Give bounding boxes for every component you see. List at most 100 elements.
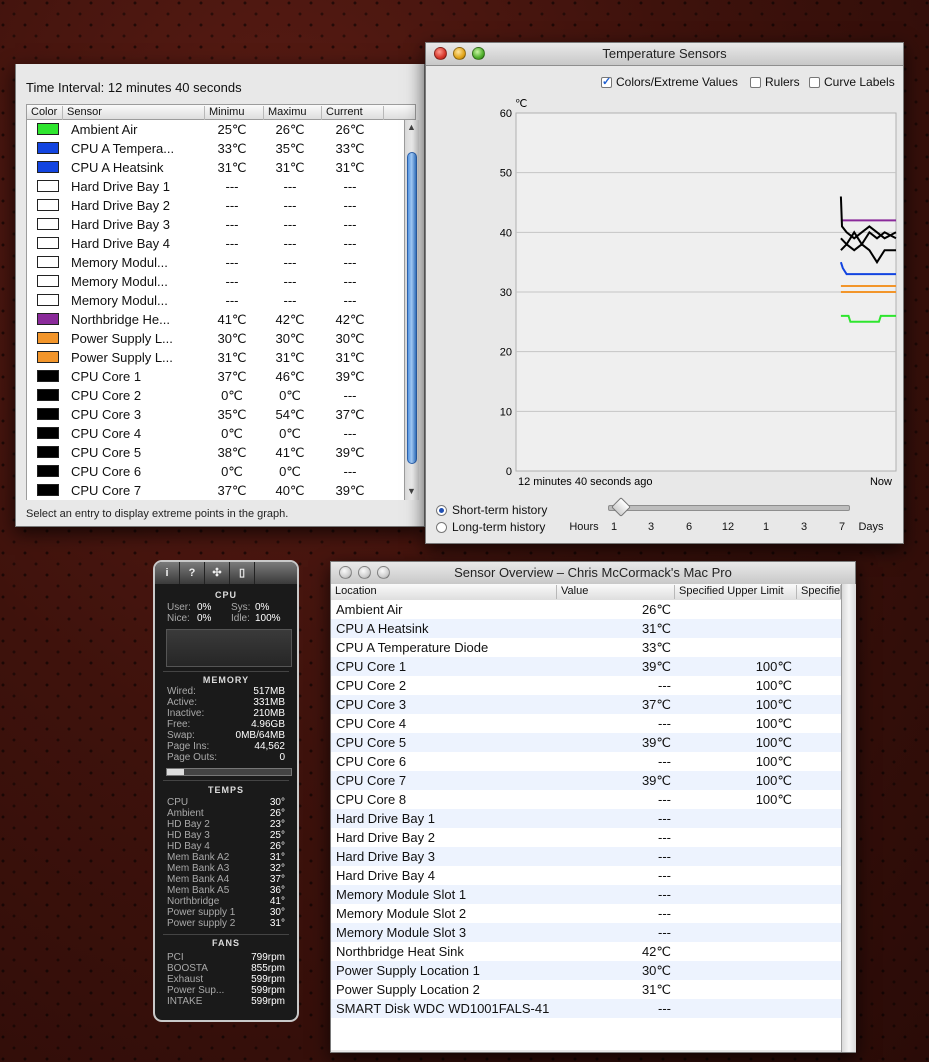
sensor-color-swatch[interactable] bbox=[37, 446, 59, 458]
overview-upper-limit: 100℃ bbox=[755, 716, 792, 731]
sensor-row[interactable]: CPU A Tempera... 33℃ 35℃ 33℃ bbox=[27, 139, 405, 158]
overview-row[interactable]: Ambient Air 26℃ bbox=[331, 600, 841, 619]
sensor-color-swatch[interactable] bbox=[37, 484, 59, 496]
overview-row[interactable]: CPU Core 5 39℃ 100℃ bbox=[331, 733, 841, 752]
overview-row[interactable]: CPU A Heatsink 31℃ bbox=[331, 619, 841, 638]
overview-row[interactable]: Northbridge Heat Sink 42℃ bbox=[331, 942, 841, 961]
overview-table[interactable]: Ambient Air 26℃ CPU A Heatsink 31℃ CPU A Tem… bbox=[331, 600, 841, 1050]
sensor-color-swatch[interactable] bbox=[37, 389, 59, 401]
info-icon[interactable]: i bbox=[155, 562, 180, 584]
sensor-color-swatch[interactable] bbox=[37, 199, 59, 211]
sensor-row[interactable]: Hard Drive Bay 4 --- --- --- bbox=[27, 234, 405, 253]
sensor-row[interactable]: CPU A Heatsink 31℃ 31℃ 31℃ bbox=[27, 158, 405, 177]
sensor-row[interactable]: CPU Core 3 35℃ 54℃ 37℃ bbox=[27, 405, 405, 424]
col-max[interactable]: Maximu bbox=[264, 106, 322, 120]
temp-label: Mem Bank A4 bbox=[167, 874, 230, 885]
sensor-row[interactable]: CPU Core 5 38℃ 41℃ 39℃ bbox=[27, 443, 405, 462]
overview-row[interactable]: Memory Module Slot 2 --- bbox=[331, 904, 841, 923]
overview-row[interactable]: CPU Core 8 --- 100℃ bbox=[331, 790, 841, 809]
overview-row[interactable]: Memory Module Slot 1 --- bbox=[331, 885, 841, 904]
sensor-row[interactable]: CPU Core 7 37℃ 40℃ 39℃ bbox=[27, 481, 405, 500]
sensor-row[interactable]: Memory Modul... --- --- --- bbox=[27, 272, 405, 291]
sensor-row[interactable]: Northbridge He... 41℃ 42℃ 42℃ bbox=[27, 310, 405, 329]
overview-row[interactable]: CPU Core 1 39℃ 100℃ bbox=[331, 657, 841, 676]
activity-icon[interactable]: ✣ bbox=[205, 562, 230, 584]
sensor-row[interactable]: Hard Drive Bay 2 --- --- --- bbox=[27, 196, 405, 215]
sensor-color-swatch[interactable] bbox=[37, 294, 59, 306]
temp-label: CPU bbox=[167, 797, 189, 808]
long-term-history-radio[interactable]: Long-term history bbox=[436, 520, 545, 534]
sensor-max: 0℃ bbox=[279, 464, 301, 479]
overview-location: Ambient Air bbox=[336, 602, 403, 617]
overview-row[interactable]: Power Supply Location 2 31℃ bbox=[331, 980, 841, 999]
sensor-row[interactable]: Ambient Air 25℃ 26℃ 26℃ bbox=[27, 120, 405, 139]
sensor-color-swatch[interactable] bbox=[37, 408, 59, 420]
overview-scrollbar[interactable] bbox=[841, 584, 856, 1052]
sensor-color-swatch[interactable] bbox=[37, 427, 59, 439]
overview-row[interactable]: CPU Core 3 37℃ 100℃ bbox=[331, 695, 841, 714]
sensor-row[interactable]: CPU Core 6 0℃ 0℃ --- bbox=[27, 462, 405, 481]
overview-row[interactable]: CPU A Temperature Diode 33℃ bbox=[331, 638, 841, 657]
sensor-color-swatch[interactable] bbox=[37, 218, 59, 230]
scroll-down-arrow-icon[interactable]: ▼ bbox=[407, 486, 416, 496]
overview-row[interactable]: Hard Drive Bay 3 --- bbox=[331, 847, 841, 866]
overview-row[interactable]: CPU Core 7 39℃ 100℃ bbox=[331, 771, 841, 790]
col-color[interactable]: Color bbox=[27, 106, 63, 120]
sensor-color-swatch[interactable] bbox=[37, 313, 59, 325]
long-term-radio-button[interactable] bbox=[436, 521, 447, 533]
cpu-sys-value: 0% bbox=[255, 602, 270, 613]
sensor-color-swatch[interactable] bbox=[37, 275, 59, 287]
overview-row[interactable]: SMART Disk WDC WD1001FALS-41 --- bbox=[331, 999, 841, 1018]
overview-row[interactable]: Hard Drive Bay 4 --- bbox=[331, 866, 841, 885]
col-min[interactable]: Minimu bbox=[205, 106, 264, 120]
sensor-row[interactable]: CPU Core 4 0℃ 0℃ --- bbox=[27, 424, 405, 443]
minimize-button[interactable] bbox=[358, 566, 371, 579]
overview-row[interactable]: CPU Core 2 --- 100℃ bbox=[331, 676, 841, 695]
sensor-row[interactable]: Hard Drive Bay 3 --- --- --- bbox=[27, 215, 405, 234]
battery-icon[interactable]: ▯ bbox=[230, 562, 255, 584]
scroll-thumb[interactable] bbox=[407, 152, 417, 464]
history-slider[interactable] bbox=[608, 497, 850, 517]
title-bar[interactable]: Sensor Overview – Chris McCormack's Mac … bbox=[331, 562, 855, 585]
sensor-color-swatch[interactable] bbox=[37, 161, 59, 173]
sensor-color-swatch[interactable] bbox=[37, 351, 59, 363]
sensor-color-swatch[interactable] bbox=[37, 465, 59, 477]
sensor-name: CPU A Tempera... bbox=[71, 141, 175, 156]
col-specified[interactable]: Specifie bbox=[797, 585, 841, 599]
widget-toolbar: i ? ✣ ▯ bbox=[155, 562, 297, 584]
sensor-color-swatch[interactable] bbox=[37, 237, 59, 249]
col-current[interactable]: Current bbox=[322, 106, 384, 120]
sensor-row[interactable]: Memory Modul... --- --- --- bbox=[27, 291, 405, 310]
sensor-row[interactable]: CPU Core 1 37℃ 46℃ 39℃ bbox=[27, 367, 405, 386]
sensor-color-swatch[interactable] bbox=[37, 256, 59, 268]
col-upper-limit[interactable]: Specified Upper Limit bbox=[675, 585, 797, 599]
sensor-row[interactable]: Hard Drive Bay 1 --- --- --- bbox=[27, 177, 405, 196]
sensor-row[interactable]: Memory Modul... --- --- --- bbox=[27, 253, 405, 272]
sensor-color-swatch[interactable] bbox=[37, 180, 59, 192]
overview-row[interactable]: Memory Module Slot 3 --- bbox=[331, 923, 841, 942]
sensor-row[interactable]: Power Supply L... 31℃ 31℃ 31℃ bbox=[27, 348, 405, 367]
overview-row[interactable]: CPU Core 6 --- 100℃ bbox=[331, 752, 841, 771]
help-icon[interactable]: ? bbox=[180, 562, 205, 584]
sensor-row[interactable]: CPU Core 2 0℃ 0℃ --- bbox=[27, 386, 405, 405]
sensor-color-swatch[interactable] bbox=[37, 142, 59, 154]
zoom-button[interactable] bbox=[377, 566, 390, 579]
sensor-color-swatch[interactable] bbox=[37, 332, 59, 344]
short-term-radio-button[interactable] bbox=[436, 504, 447, 516]
sensor-table-scrollbar[interactable]: ▲ ▼ bbox=[404, 120, 419, 500]
short-term-history-radio[interactable]: Short-term history bbox=[436, 503, 547, 517]
overview-row[interactable]: Power Supply Location 1 30℃ bbox=[331, 961, 841, 980]
scroll-up-arrow-icon[interactable]: ▲ bbox=[407, 122, 416, 132]
sensor-row[interactable]: Power Supply L... 30℃ 30℃ 30℃ bbox=[27, 329, 405, 348]
overview-row[interactable]: Hard Drive Bay 1 --- bbox=[331, 809, 841, 828]
sensor-table[interactable]: Ambient Air 25℃ 26℃ 26℃ CPU A Tempera... 33℃ 3… bbox=[26, 120, 405, 500]
col-location[interactable]: Location bbox=[331, 585, 557, 599]
col-sensor[interactable]: Sensor bbox=[63, 106, 205, 120]
overview-row[interactable]: Hard Drive Bay 2 --- bbox=[331, 828, 841, 847]
memory-bar bbox=[166, 768, 292, 776]
col-value[interactable]: Value bbox=[557, 585, 675, 599]
sensor-color-swatch[interactable] bbox=[37, 123, 59, 135]
sensor-color-swatch[interactable] bbox=[37, 370, 59, 382]
close-button[interactable] bbox=[339, 566, 352, 579]
overview-row[interactable]: CPU Core 4 --- 100℃ bbox=[331, 714, 841, 733]
